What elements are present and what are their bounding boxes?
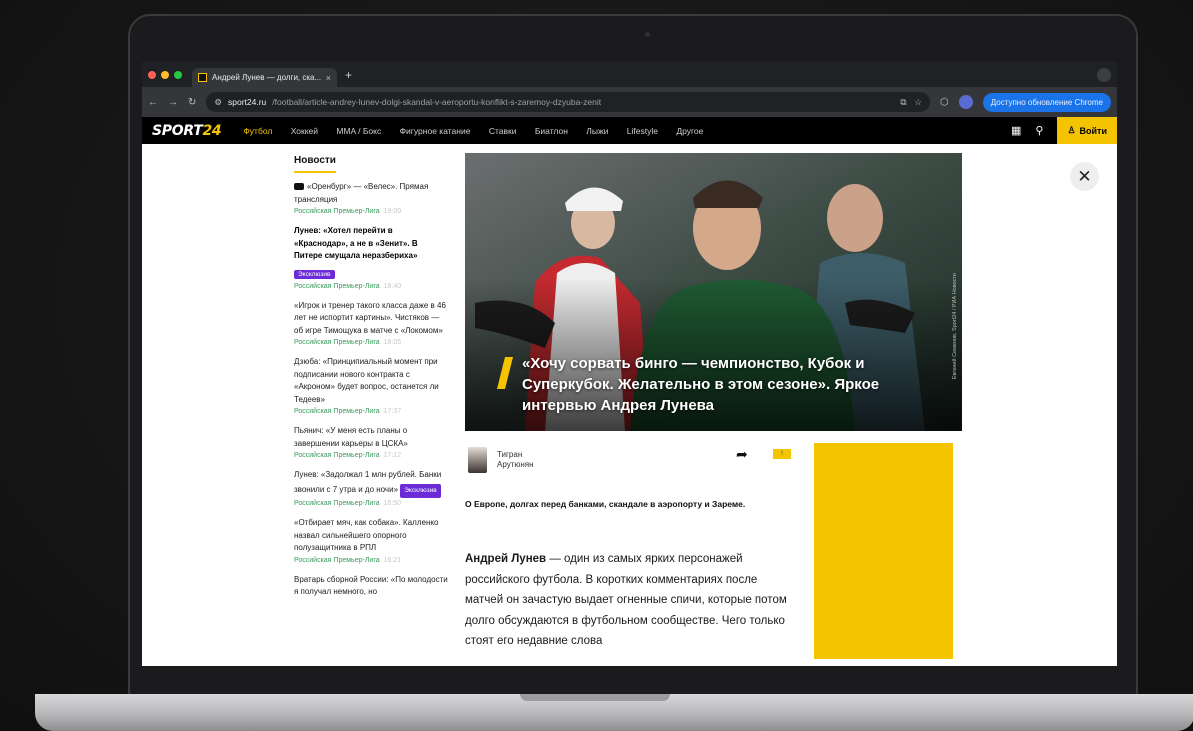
page-content: Новости «Оренбург» — «Велес». Прямая тра…: [142, 144, 1117, 666]
author-first-name: Тигран: [497, 450, 523, 459]
nav-lifestyle[interactable]: Lifestyle: [627, 126, 658, 136]
back-icon[interactable]: ←: [148, 97, 158, 108]
login-button[interactable]: ♙ Войти: [1057, 117, 1117, 144]
user-icon: ♙: [1067, 125, 1076, 135]
news-league[interactable]: Российская Премьер-Лига: [294, 339, 380, 346]
tab-title: Андрей Лунев — долги, ска...: [212, 73, 321, 82]
url-host: sport24.ru: [228, 97, 267, 107]
news-heading: Новости: [294, 155, 336, 173]
news-league[interactable]: Российская Премьер-Лига: [294, 208, 380, 215]
nav-other[interactable]: Другое: [676, 126, 703, 136]
sport24-favicon-icon: [198, 73, 207, 82]
nav-hockey[interactable]: Хоккей: [291, 126, 318, 136]
news-time: 17:37: [383, 408, 402, 415]
news-item[interactable]: Дзюба: «Принципиальный момент при подпис…: [294, 356, 448, 415]
grid-menu-icon[interactable]: ▦: [1011, 124, 1021, 137]
minimize-window-icon[interactable]: [161, 70, 169, 79]
login-label: Войти: [1079, 125, 1107, 136]
nav-biathlon[interactable]: Биатлон: [535, 126, 568, 136]
article-body-name: Андрей Лунев: [465, 553, 547, 565]
hero-image[interactable]: «Хочу сорвать бинго — чемпионство, Кубок…: [465, 153, 962, 431]
news-time: 18:40: [383, 282, 402, 290]
bookmark-star-icon[interactable]: ☆: [914, 97, 922, 108]
nav-mma[interactable]: MMA / Бокс: [336, 126, 381, 136]
nav-figure-skating[interactable]: Фигурное катание: [400, 126, 471, 136]
reload-icon[interactable]: ↻: [188, 97, 196, 108]
install-app-icon[interactable]: ⧉: [900, 97, 906, 108]
news-time: 17:12: [383, 452, 402, 459]
exclusive-badge: Эксклюзив: [294, 269, 335, 279]
tab-bar: Андрей Лунев — долги, ска... × +: [142, 62, 1117, 87]
address-bar[interactable]: ⚙ sport24.ru /football/article-andrey-lu…: [206, 92, 931, 112]
browser-toolbar: ← → ↻ ⚙ sport24.ru /football/article-and…: [142, 87, 1117, 117]
news-league[interactable]: Российская Премьер-Лига: [294, 557, 380, 564]
news-league[interactable]: Российская Премьер-Лига: [294, 283, 380, 290]
ad-banner[interactable]: [814, 443, 953, 659]
news-item[interactable]: «Игрок и тренер такого класса даже в 46 …: [294, 300, 448, 347]
sport24-logo[interactable]: SPORT24: [152, 122, 222, 139]
share-icon[interactable]: ➦: [736, 446, 748, 463]
window-controls: [148, 70, 182, 79]
tab-sport24[interactable]: Андрей Лунев — долги, ска... ×: [192, 68, 337, 87]
nav-bets[interactable]: Ставки: [489, 126, 517, 136]
author-last-name: Арутюнян: [497, 460, 534, 469]
news-item[interactable]: Лунев: «Задолжал 1 млн рублей. Банки зво…: [294, 469, 448, 507]
news-item[interactable]: Пьянич: «У меня есть планы о завершении …: [294, 425, 448, 459]
exclusive-badge: Эксклюзив: [400, 483, 441, 498]
news-title: «Оренбург» — «Велес». Прямая трансляция: [294, 182, 429, 204]
article-body-text: — один из самых ярких персонажей российс…: [465, 553, 787, 647]
news-title: Лунев: «Хотел перейти в «Краснодар», а н…: [294, 226, 418, 260]
author-block[interactable]: Тигран Арутюнян: [468, 447, 534, 473]
news-time: 16:21: [383, 556, 402, 564]
article-lead: О Европе, долгах перед банками, скандале…: [465, 499, 746, 509]
news-title: «Игрок и тренер такого класса даже в 46 …: [294, 300, 446, 335]
news-item[interactable]: «Отбирает мяч, как собака». Калленко наз…: [294, 517, 448, 564]
logo-text: SPORT: [152, 122, 203, 139]
main-nav: Футбол Хоккей MMA / Бокс Фигурное катани…: [243, 126, 719, 136]
news-time: 19:00: [383, 208, 402, 215]
news-title: Пьянич: «У меня есть планы о завершении …: [294, 426, 408, 448]
profile-avatar[interactable]: [958, 95, 973, 109]
article-body: Андрей Лунев — один из самых ярких персо…: [465, 549, 795, 652]
nav-football[interactable]: Футбол: [243, 126, 272, 136]
photo-credit: Евгений Семенов, Sport24 / РИА Новости: [952, 273, 958, 380]
bookmark-flag-icon[interactable]: !: [773, 449, 791, 459]
camera-icon: [645, 32, 650, 37]
close-tab-icon[interactable]: ×: [326, 73, 331, 83]
news-league[interactable]: Российская Премьер-Лига: [294, 452, 380, 459]
browser-window: Андрей Лунев — долги, ска... × + ← → ↻ ⚙…: [142, 62, 1117, 666]
news-league[interactable]: Российская Премьер-Лига: [294, 500, 380, 507]
maximize-window-icon[interactable]: [174, 70, 182, 79]
close-icon[interactable]: ✕: [1070, 162, 1099, 191]
new-tab-button[interactable]: +: [345, 68, 352, 82]
forward-icon[interactable]: →: [168, 97, 178, 108]
author-avatar: [468, 447, 487, 473]
news-title: Вратарь сборной России: «По молодости я …: [294, 574, 448, 597]
nav-ski[interactable]: Лыжи: [586, 126, 608, 136]
news-item[interactable]: Лунев: «Хотел перейти в «Краснодар», а н…: [294, 225, 448, 290]
search-icon[interactable]: ⚲: [1035, 124, 1043, 137]
news-time: 16:50: [383, 500, 402, 507]
site-header: SPORT24 Футбол Хоккей MMA / Бокс Фигурно…: [142, 117, 1117, 144]
tab-search-button[interactable]: [1097, 68, 1111, 82]
header-actions: ▦ ⚲ ♙ Войти: [1011, 117, 1117, 144]
chrome-update-button[interactable]: Доступно обновление Chrome: [982, 92, 1111, 112]
close-window-icon[interactable]: [148, 70, 156, 79]
url-path: /football/article-andrey-lunev-dolgi-ska…: [272, 97, 602, 107]
laptop-scene: Андрей Лунев — долги, ска... × + ← → ↻ ⚙…: [0, 0, 1193, 731]
laptop-notch: [520, 694, 670, 701]
news-title: «Отбирает мяч, как собака». Калленко наз…: [294, 518, 439, 552]
logo-number: 24: [202, 122, 222, 139]
news-title: Дзюба: «Принципиальный момент при подпис…: [294, 357, 439, 404]
hero-title[interactable]: «Хочу сорвать бинго — чемпионство, Кубок…: [522, 353, 912, 416]
news-league[interactable]: Российская Премьер-Лига: [294, 408, 380, 415]
news-time: 18:05: [383, 339, 402, 346]
extensions-icon[interactable]: ⬡: [940, 97, 949, 108]
news-item[interactable]: «Оренбург» — «Велес». Прямая трансляция …: [294, 181, 448, 215]
news-sidebar: Новости «Оренбург» — «Велес». Прямая тра…: [294, 150, 448, 609]
site-info-icon[interactable]: ⚙: [214, 97, 222, 108]
video-icon: [294, 183, 304, 191]
news-item[interactable]: Вратарь сборной России: «По молодости я …: [294, 574, 448, 599]
